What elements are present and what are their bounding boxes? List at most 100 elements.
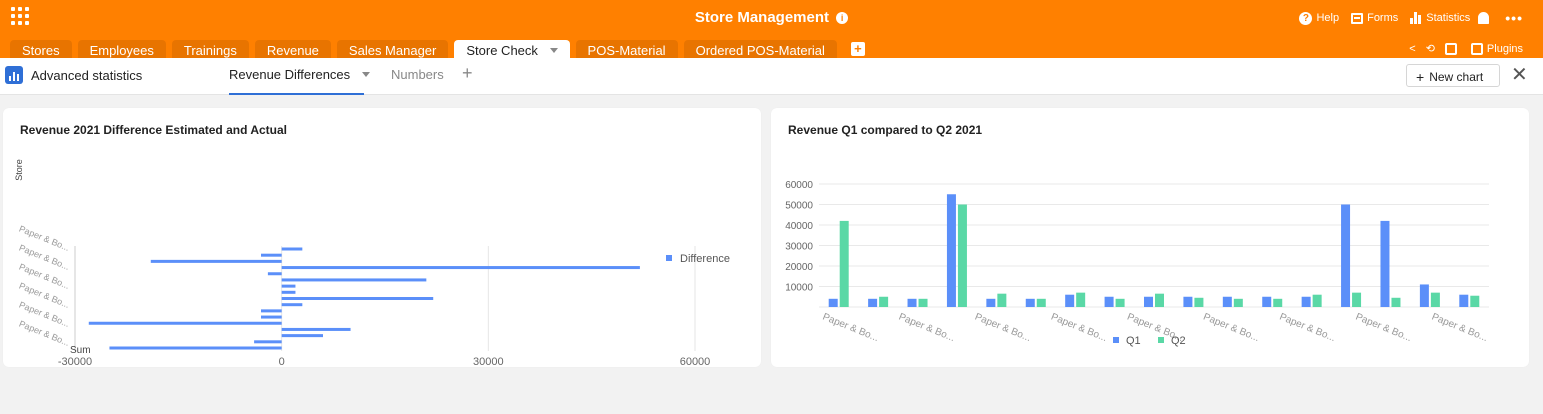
tab-ordered-pos-material[interactable]: Ordered POS-Material — [683, 40, 837, 58]
plugins-icon — [1470, 42, 1483, 55]
bar — [1065, 294, 1075, 307]
bar — [1380, 220, 1390, 307]
bar — [986, 298, 996, 307]
plugins-button[interactable]: Plugins — [1470, 42, 1523, 55]
bar — [1470, 295, 1480, 307]
bar — [261, 253, 282, 257]
y-axis-title: Store — [14, 159, 24, 181]
y-tick-label: 20000 — [785, 262, 813, 273]
y-tick-label: 10000 — [785, 283, 813, 294]
add-statistic-icon[interactable]: + — [462, 63, 473, 84]
category-label: Paper & Bo... — [897, 312, 956, 344]
bar — [879, 296, 889, 307]
help-label: Help — [1316, 12, 1340, 24]
tab-numbers[interactable]: Numbers — [391, 67, 444, 82]
bar — [1341, 204, 1351, 307]
bar — [1104, 296, 1114, 307]
legend-swatch — [666, 255, 672, 261]
x-tick-label: 0 — [279, 356, 285, 367]
new-chart-button[interactable]: + New chart — [1406, 64, 1500, 87]
add-table-icon[interactable]: + — [850, 42, 865, 56]
tab-tools: < ⟲ Plugins — [1399, 42, 1523, 55]
bar — [1155, 293, 1164, 307]
bar — [1115, 298, 1125, 307]
tab-store-check[interactable]: Store Check — [454, 40, 570, 58]
bar — [281, 297, 434, 300]
bar — [1183, 296, 1193, 307]
help-button[interactable]: ? Help — [1299, 11, 1340, 25]
share-icon[interactable]: < — [1409, 43, 1415, 55]
bar — [281, 303, 303, 307]
bar — [88, 321, 282, 325]
plugins-label: Plugins — [1486, 42, 1523, 55]
chevron-down-icon[interactable] — [549, 48, 558, 53]
x-axis-title: Sum — [70, 345, 91, 356]
x-tick-label: 60000 — [680, 356, 711, 367]
info-icon[interactable]: i — [836, 12, 849, 24]
bar — [1194, 297, 1204, 307]
bar — [1262, 296, 1272, 307]
bar — [1233, 298, 1243, 307]
bar — [946, 194, 956, 307]
y-tick-label: 30000 — [785, 242, 813, 253]
bar — [150, 259, 282, 263]
bar — [281, 327, 351, 331]
category-label: Paper & Bo... — [1049, 312, 1108, 344]
legend-label: Difference — [680, 253, 730, 265]
legend-label: Q1 — [1126, 335, 1141, 347]
tab-stores[interactable]: Stores — [10, 40, 72, 58]
legend-swatch — [1158, 337, 1164, 343]
bar — [907, 298, 917, 307]
bar — [261, 309, 282, 313]
close-icon[interactable]: ✕ — [1511, 62, 1528, 87]
revenue-q1-q2-chart: 10000 20000 30000 40000 50000 60000 Paper & Bo… — [785, 180, 1489, 347]
bar — [1144, 296, 1153, 307]
bar — [281, 278, 427, 282]
bar — [1273, 298, 1283, 307]
tab-pos-material[interactable]: POS-Material — [575, 40, 678, 58]
top-actions: ? Help Forms Statistics ••• — [1287, 10, 1523, 26]
tab-revenue-differences[interactable]: Revenue Differences — [229, 67, 370, 82]
bar — [281, 334, 323, 338]
bar — [997, 293, 1007, 307]
tab-trainings[interactable]: Trainings — [171, 40, 249, 58]
statistics-icon — [1410, 12, 1422, 24]
category-label: Paper & Bo... — [973, 312, 1032, 344]
bar — [281, 247, 303, 251]
new-chart-label: New chart — [1429, 70, 1484, 84]
legend-label: Q2 — [1171, 335, 1186, 347]
plus-icon: + — [1416, 69, 1425, 85]
legend-swatch — [1113, 337, 1119, 343]
chevron-down-icon[interactable] — [361, 72, 370, 77]
tab-sales-manager[interactable]: Sales Manager — [336, 40, 449, 58]
bar — [1430, 292, 1440, 307]
bar — [839, 220, 849, 307]
script-icon[interactable] — [1444, 42, 1461, 55]
bar — [281, 290, 296, 294]
app-title: Store Management — [694, 9, 830, 26]
bar — [1391, 297, 1401, 307]
bar — [109, 346, 282, 350]
x-tick-label: 30000 — [473, 356, 504, 367]
app-header: Store Management i ? Help Forms Statisti… — [0, 0, 1543, 58]
bar — [1025, 298, 1035, 307]
bar — [868, 298, 878, 307]
statistics-button[interactable]: Statistics — [1410, 12, 1470, 24]
tab-store-check-label: Store Check — [466, 43, 538, 58]
statistics-header: Advanced statistics Revenue Differences … — [0, 58, 1543, 95]
statistics-title: Advanced statistics — [31, 68, 143, 83]
tab-revenue[interactable]: Revenue — [254, 40, 331, 58]
forms-icon — [1351, 12, 1364, 24]
forms-button[interactable]: Forms — [1351, 12, 1398, 24]
statistics-label: Statistics — [1426, 12, 1471, 24]
bell-icon[interactable] — [1478, 12, 1490, 24]
bar — [828, 298, 838, 307]
bar — [1312, 294, 1322, 307]
more-icon[interactable]: ••• — [1505, 10, 1523, 26]
bar — [1419, 284, 1429, 307]
tab-employees[interactable]: Employees — [77, 40, 166, 58]
history-icon[interactable]: ⟲ — [1426, 42, 1435, 55]
chart-card-revenue-q1-q2: Revenue Q1 compared to Q2 2021 10000 2000… — [771, 108, 1529, 367]
bar — [1222, 296, 1232, 307]
statistics-panel: Advanced statistics Revenue Differences … — [0, 58, 1543, 414]
